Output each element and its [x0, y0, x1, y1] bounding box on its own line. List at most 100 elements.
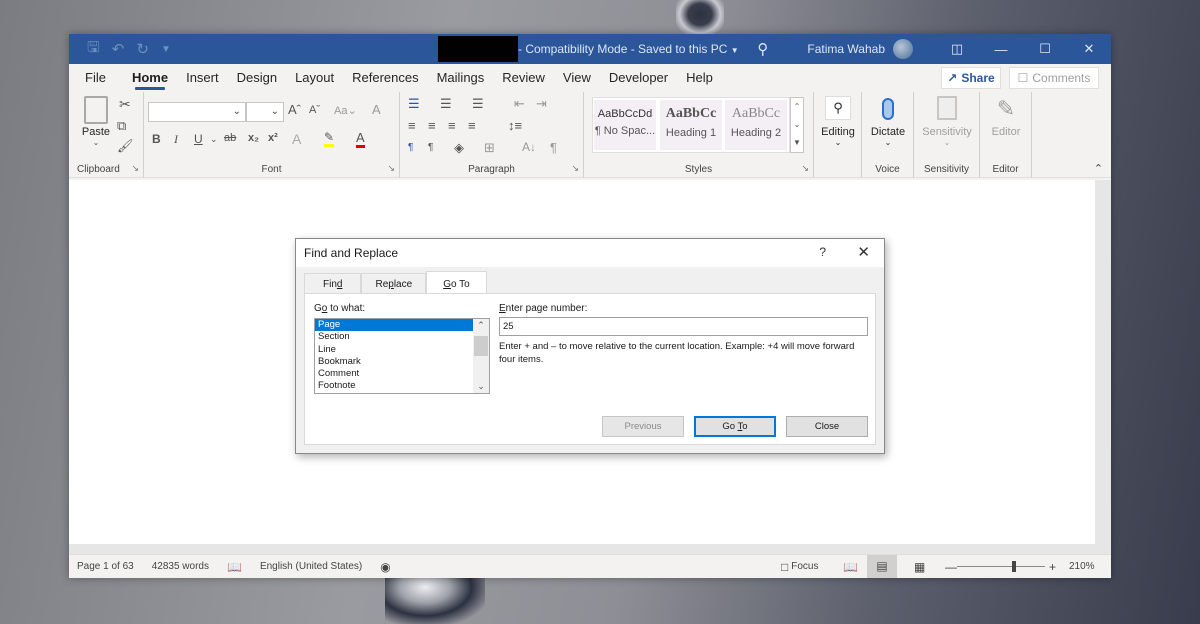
dialog-launcher-icon[interactable]: ↘ [387, 163, 395, 174]
font-size-combo[interactable]: ⌄ [246, 102, 284, 122]
tab-go-to[interactable]: Go To [426, 271, 487, 294]
editor-button[interactable]: ✎ Editor [984, 96, 1028, 138]
vertical-scrollbar[interactable] [1095, 180, 1111, 554]
web-layout-icon[interactable]: ▦ [914, 560, 925, 574]
change-case-button[interactable]: Aa ⌄ [334, 104, 357, 118]
tab-help[interactable]: Help [677, 64, 722, 92]
tab-view[interactable]: View [554, 64, 600, 92]
close-button[interactable]: ✕ [1067, 34, 1111, 64]
document-title[interactable]: - Compatibility Mode - Saved to this PC … [518, 42, 739, 56]
redo-icon[interactable]: ↻ [136, 40, 149, 58]
scroll-up-icon[interactable]: ⌃ [791, 98, 803, 116]
minimize-button[interactable]: — [979, 34, 1023, 64]
dialog-close-button[interactable]: ✕ [857, 243, 870, 261]
bold-icon[interactable]: B [152, 132, 161, 146]
scroll-thumb[interactable] [474, 336, 488, 356]
zoom-out-icon[interactable]: — [945, 560, 957, 574]
numbering-icon[interactable]: ☰ [440, 96, 452, 112]
tab-developer[interactable]: Developer [600, 64, 677, 92]
dialog-launcher-icon[interactable]: ↘ [571, 163, 579, 174]
read-mode-icon[interactable]: 📖 [843, 560, 858, 574]
language[interactable]: English (United States) [260, 561, 362, 572]
list-item[interactable]: Comment [315, 368, 473, 380]
sensitivity-button[interactable]: Sensitivity ⌄ [916, 96, 978, 147]
search-icon[interactable]: ⚲ [757, 40, 777, 58]
page-count[interactable]: Page 1 of 63 [77, 561, 134, 572]
scroll-down-icon[interactable]: ⌄ [473, 381, 489, 392]
cut-icon[interactable]: ✂ [119, 96, 131, 113]
list-scrollbar[interactable]: ⌃ ⌄ [473, 319, 489, 393]
increase-indent-icon[interactable]: ⇥ [536, 96, 547, 112]
font-name-combo[interactable]: ⌄ [148, 102, 246, 122]
highlight-color-icon[interactable]: ✎ [324, 130, 335, 147]
align-center-icon[interactable]: ≡ [428, 118, 436, 133]
tab-mailings[interactable]: Mailings [428, 64, 494, 92]
show-formatting-icon[interactable]: ¶ [550, 140, 557, 155]
list-item[interactable]: Page [315, 319, 473, 332]
align-right-icon[interactable]: ≡ [448, 118, 456, 133]
styles-scroll[interactable]: ⌃ ⌄ ▼ [790, 97, 804, 153]
help-button[interactable]: ? [819, 245, 826, 259]
tab-find[interactable]: Find [304, 273, 362, 294]
superscript-icon[interactable]: x² [268, 132, 278, 144]
subscript-icon[interactable]: x₂ [248, 132, 259, 144]
focus-button[interactable]: □ Focus [781, 560, 818, 574]
decrease-indent-icon[interactable]: ⇤ [514, 96, 525, 112]
more-styles-icon[interactable]: ▼ [791, 134, 803, 152]
scroll-up-icon[interactable]: ⌃ [473, 320, 489, 331]
collapse-ribbon-icon[interactable]: ⌃ [1094, 162, 1103, 175]
editing-button[interactable]: ⚲ Editing ⌄ [818, 96, 858, 147]
comments-button[interactable]: ☐ Comments [1009, 67, 1099, 89]
align-left-icon[interactable]: ≡ [408, 118, 416, 133]
zoom-slider[interactable] [957, 561, 1045, 572]
go-to-what-list[interactable]: Page Section Line Bookmark Comment Footn… [314, 318, 490, 394]
shading-icon[interactable]: ◈ [454, 140, 464, 156]
dictate-button[interactable]: Dictate ⌄ [866, 96, 910, 147]
previous-button[interactable]: Previous [602, 416, 684, 437]
save-icon[interactable]: 🖫 [87, 37, 100, 62]
line-spacing-icon[interactable]: ↕≡ [508, 118, 522, 133]
tab-review[interactable]: Review [493, 64, 554, 92]
proofing-icon[interactable]: 📖 [227, 560, 242, 574]
style-heading-2[interactable]: AaBbCc Heading 2 [725, 100, 787, 150]
zoom-level[interactable]: 210% [1069, 561, 1095, 572]
ribbon-display-options-icon[interactable]: ◫ [935, 34, 979, 64]
undo-icon[interactable]: ↶ [112, 40, 125, 58]
tab-layout[interactable]: Layout [286, 64, 343, 92]
maximize-button[interactable]: ☐ [1023, 34, 1067, 64]
clear-formatting-icon[interactable]: A [372, 102, 381, 117]
rtl-icon[interactable]: ¶ [428, 142, 433, 153]
underline-icon[interactable]: U [194, 132, 203, 146]
list-item[interactable]: Footnote [315, 380, 473, 392]
tab-file[interactable]: File [69, 64, 115, 92]
print-layout-icon[interactable]: ▤ [867, 555, 897, 578]
chevron-down-icon[interactable]: ⌄ [210, 134, 218, 145]
page-number-input[interactable]: 25 [499, 317, 868, 336]
tab-references[interactable]: References [343, 64, 427, 92]
customize-qat-icon[interactable]: ▼ [161, 44, 171, 55]
user-name[interactable]: Fatima Wahab [807, 42, 885, 56]
tab-design[interactable]: Design [228, 64, 286, 92]
dialog-launcher-icon[interactable]: ↘ [131, 163, 139, 174]
word-count[interactable]: 42835 words [152, 561, 209, 572]
shrink-font-icon[interactable]: Aˇ [309, 104, 320, 116]
ltr-icon[interactable]: ¶ [408, 142, 413, 153]
avatar[interactable] [893, 39, 913, 59]
multilevel-list-icon[interactable]: ☰ [472, 96, 484, 112]
share-button[interactable]: ↗ Share [941, 67, 1001, 89]
paste-button[interactable]: Paste ⌄ [79, 96, 113, 147]
style-heading-1[interactable]: AaBbCc Heading 1 [660, 100, 722, 150]
close-dialog-button[interactable]: Close [786, 416, 868, 437]
accessibility-icon[interactable]: ◉ [380, 560, 390, 574]
zoom-slider-thumb[interactable] [1012, 561, 1016, 572]
text-effects-icon[interactable]: A [292, 131, 301, 147]
grow-font-icon[interactable]: Aˆ [288, 102, 301, 117]
font-color-icon[interactable]: A [356, 130, 365, 148]
scroll-down-icon[interactable]: ⌄ [791, 116, 803, 134]
tab-replace[interactable]: Replace [361, 273, 427, 294]
zoom-in-icon[interactable]: + [1049, 560, 1056, 574]
borders-icon[interactable]: ⊞ [484, 140, 495, 156]
copy-icon[interactable]: ⧉ [117, 118, 126, 134]
bullets-icon[interactable]: ☰ [408, 96, 420, 112]
list-item[interactable]: Bookmark [315, 356, 473, 368]
